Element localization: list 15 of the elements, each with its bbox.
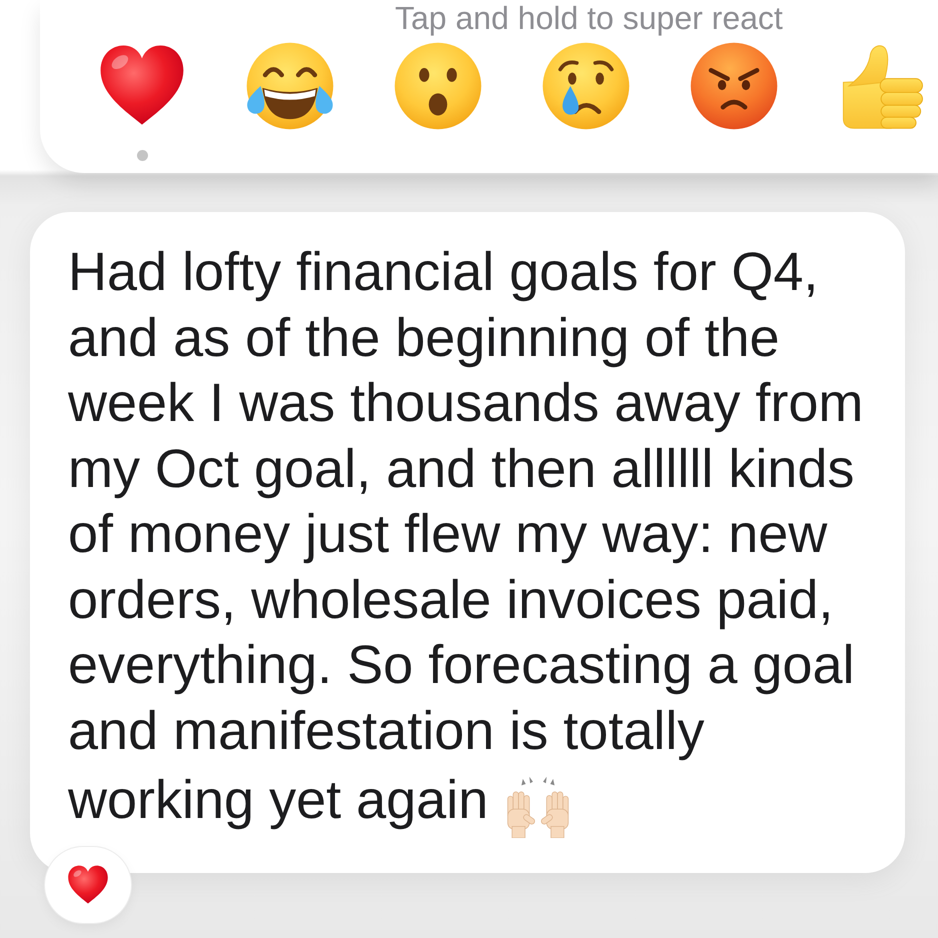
message-line: week I was thousands away from [68,372,864,435]
message-line: and as of the beginning of the [68,306,780,370]
reaction-badge[interactable] [45,847,131,923]
message-line: my Oct goal, and then allllll kinds [68,438,854,500]
message-line: and manifestation is totally [68,700,704,762]
surprised-face-icon[interactable] [392,40,484,132]
message-line: working yet again [68,769,488,832]
crying-face-icon[interactable] [540,40,632,132]
message-line: everything. So forecasting a goal [68,634,854,697]
message-line: orders, wholesale invoices paid, [68,568,834,632]
tears-of-joy-face-icon[interactable] [244,40,336,132]
message-line: Had lofty financial goals for Q4, [68,241,818,304]
message-line: of money just flew my way: new [68,503,828,566]
hint-text: Tap and hold to super react [395,0,783,36]
angry-face-icon[interactable] [688,40,780,132]
